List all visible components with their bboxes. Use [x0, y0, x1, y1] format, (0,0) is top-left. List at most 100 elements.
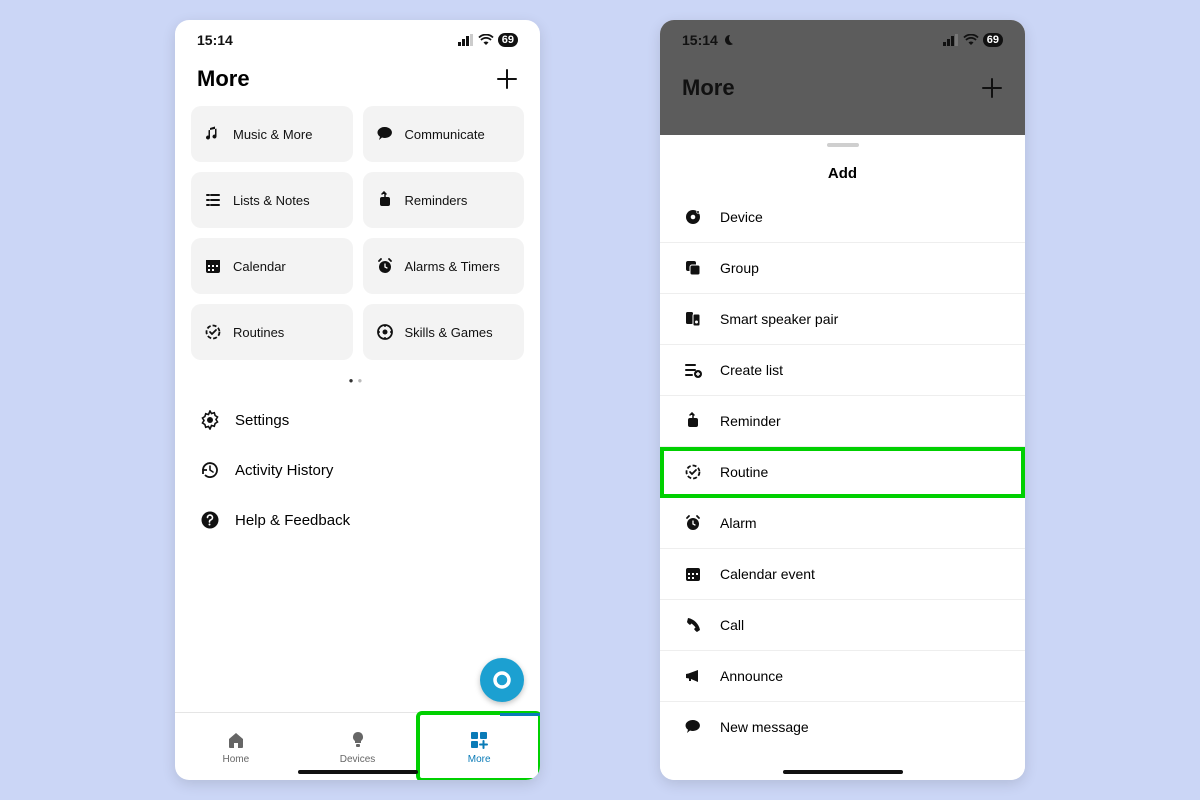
menu-label: Activity History [235, 462, 333, 479]
moon-icon [722, 34, 734, 46]
add-list: Device Group Smart speaker pair Create l… [660, 192, 1025, 752]
page-title: More [682, 75, 735, 101]
add-item-alarm[interactable]: Alarm [660, 498, 1025, 549]
speech-bubble-icon [375, 124, 395, 144]
plus-icon [496, 68, 518, 90]
add-item-label: Alarm [720, 515, 757, 531]
phone-add-sheet: 15:14 69 More Add Device [660, 20, 1025, 780]
add-item-create-list[interactable]: Create list [660, 345, 1025, 396]
tile-music-more[interactable]: Music & More [191, 106, 353, 162]
add-item-label: Announce [720, 668, 783, 684]
phone-icon [682, 614, 704, 636]
tile-grid: Music & More Communicate Lists & Notes R… [175, 106, 540, 360]
add-item-label: New message [720, 719, 809, 735]
music-icon [203, 124, 223, 144]
menu-list: Settings Activity History Help & Feedbac… [175, 395, 540, 545]
megaphone-icon [682, 665, 704, 687]
add-item-routine[interactable]: Routine [660, 447, 1025, 498]
add-item-label: Device [720, 209, 763, 225]
add-item-label: Create list [720, 362, 783, 378]
routine-icon [203, 322, 223, 342]
tile-lists-notes[interactable]: Lists & Notes [191, 172, 353, 228]
wifi-icon [478, 34, 494, 46]
add-sheet: Add Device Group Smart speaker pair Crea… [660, 135, 1025, 780]
wifi-icon [963, 34, 979, 46]
status-bar: 15:14 69 [175, 20, 540, 60]
calendar-icon [203, 256, 223, 276]
skills-icon [375, 322, 395, 342]
add-item-label: Group [720, 260, 759, 276]
page-header-dimmed: More [660, 75, 1025, 101]
cellular-icon [458, 34, 474, 46]
add-item-speaker-pair[interactable]: Smart speaker pair [660, 294, 1025, 345]
tile-label: Music & More [233, 127, 312, 142]
create-list-icon [682, 359, 704, 381]
menu-label: Help & Feedback [235, 512, 350, 529]
add-button [981, 77, 1003, 99]
phone-more-screen: 15:14 69 More Music & More Communicate L… [175, 20, 540, 780]
add-item-label: Reminder [720, 413, 781, 429]
add-item-device[interactable]: Device [660, 192, 1025, 243]
add-item-label: Call [720, 617, 744, 633]
menu-label: Settings [235, 412, 289, 429]
calendar-icon [682, 563, 704, 585]
tile-reminders[interactable]: Reminders [363, 172, 525, 228]
tile-label: Alarms & Timers [405, 259, 500, 274]
tile-routines[interactable]: Routines [191, 304, 353, 360]
status-time: 15:14 [197, 32, 233, 48]
more-grid-icon [468, 729, 490, 751]
battery-indicator: 69 [983, 33, 1003, 47]
plus-icon [981, 77, 1003, 99]
tile-label: Calendar [233, 259, 286, 274]
alexa-ring-icon [491, 669, 513, 691]
tab-label: Devices [340, 754, 376, 765]
home-indicator [783, 770, 903, 774]
add-item-group[interactable]: Group [660, 243, 1025, 294]
cellular-icon [943, 34, 959, 46]
add-item-label: Calendar event [720, 566, 815, 582]
battery-indicator: 69 [498, 33, 518, 47]
tile-label: Reminders [405, 193, 468, 208]
add-item-new-message[interactable]: New message [660, 702, 1025, 752]
help-icon [199, 509, 221, 531]
tile-label: Skills & Games [405, 325, 493, 340]
tile-label: Routines [233, 325, 284, 340]
device-icon [682, 206, 704, 228]
add-item-label: Routine [720, 464, 768, 480]
tab-label: More [468, 754, 491, 765]
page-header: More [175, 60, 540, 106]
add-item-reminder[interactable]: Reminder [660, 396, 1025, 447]
speaker-pair-icon [682, 308, 704, 330]
speech-bubble-icon [682, 716, 704, 738]
list-icon [203, 190, 223, 210]
add-item-call[interactable]: Call [660, 600, 1025, 651]
menu-settings[interactable]: Settings [195, 395, 520, 445]
gear-icon [199, 409, 221, 431]
tile-communicate[interactable]: Communicate [363, 106, 525, 162]
menu-help-feedback[interactable]: Help & Feedback [195, 495, 520, 545]
tile-skills-games[interactable]: Skills & Games [363, 304, 525, 360]
add-item-label: Smart speaker pair [720, 311, 838, 327]
add-item-announce[interactable]: Announce [660, 651, 1025, 702]
menu-activity-history[interactable]: Activity History [195, 445, 520, 495]
tile-calendar[interactable]: Calendar [191, 238, 353, 294]
status-bar: 15:14 69 [660, 20, 1025, 60]
alarm-icon [682, 512, 704, 534]
alexa-fab[interactable] [480, 658, 524, 702]
dimmed-background: 15:14 69 More [660, 20, 1025, 135]
group-icon [682, 257, 704, 279]
tile-label: Communicate [405, 127, 485, 142]
status-time: 15:14 [682, 32, 718, 48]
home-indicator [298, 770, 418, 774]
page-title: More [197, 66, 250, 92]
add-button[interactable] [496, 68, 518, 90]
history-icon [199, 459, 221, 481]
add-item-calendar-event[interactable]: Calendar event [660, 549, 1025, 600]
tab-label: Home [222, 754, 249, 765]
tile-label: Lists & Notes [233, 193, 310, 208]
status-indicators: 69 [458, 33, 518, 47]
tile-alarms-timers[interactable]: Alarms & Timers [363, 238, 525, 294]
tab-more[interactable]: More [418, 713, 540, 780]
tab-home[interactable]: Home [175, 713, 297, 780]
bulb-icon [347, 729, 369, 751]
